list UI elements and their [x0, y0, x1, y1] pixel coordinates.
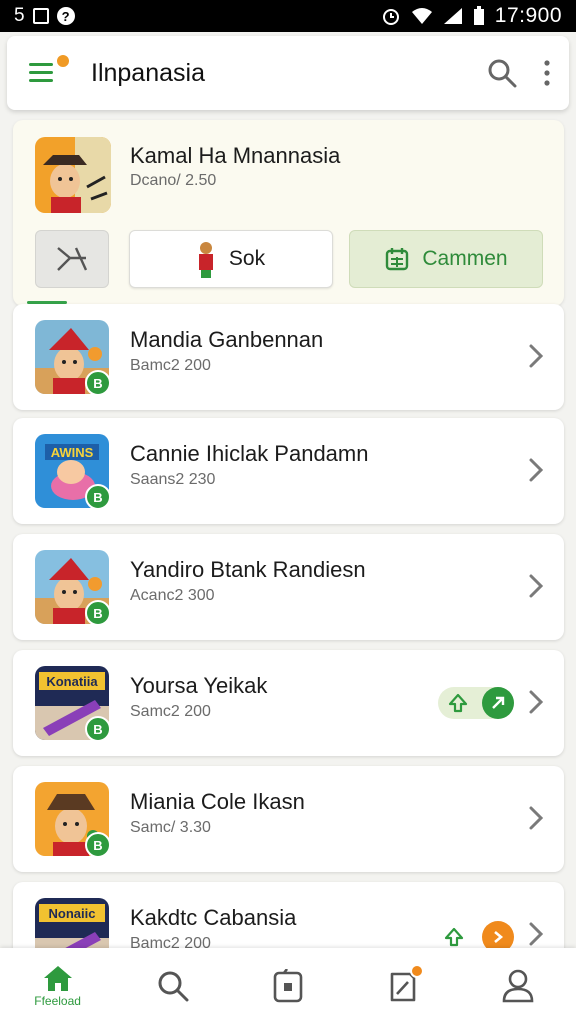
verified-badge-icon: B — [85, 370, 111, 396]
thumb-text: Nonaiic — [49, 906, 96, 921]
item-title: Yandiro Btank Randiesn — [130, 557, 366, 582]
chevron-right-icon[interactable] — [528, 457, 544, 483]
help-icon: ? — [56, 7, 75, 25]
nav-label-home: Ffeeload — [34, 994, 81, 1008]
verified-badge-icon: B — [85, 484, 111, 510]
verified-badge-icon: B — [85, 716, 111, 742]
character-icon — [198, 242, 213, 278]
thumb-text: AWINS — [51, 445, 94, 460]
page-title: Ilnpanasia — [91, 58, 205, 87]
chevron-right-icon[interactable] — [528, 573, 544, 599]
menu-icon-line — [29, 79, 53, 82]
alarm-icon — [382, 9, 399, 25]
verified-badge-icon: B — [85, 600, 111, 626]
item-title: Mandia Ganbennan — [130, 327, 324, 352]
sok-label: Sok — [228, 247, 266, 270]
notification-dot — [55, 53, 71, 69]
sok-button[interactable]: Sok — [129, 230, 333, 288]
list-item[interactable]: B Miania Cole Ikasn Samc/ 3.30 — [13, 766, 564, 872]
bottom-nav: Ffeeload — [0, 948, 576, 1024]
status-bar: 5 ? 17:900 — [0, 0, 576, 32]
item-title: Miania Cole Ikasn — [130, 789, 305, 814]
status-number: 5 — [14, 5, 25, 26]
library-icon — [273, 969, 303, 1003]
share-icon — [57, 247, 88, 271]
nav-item-search[interactable] — [115, 948, 230, 1024]
share-button[interactable] — [35, 230, 109, 288]
menu-button[interactable] — [29, 53, 71, 85]
app-bar: Ilnpanasia — [7, 36, 569, 110]
signal-icon — [443, 8, 462, 24]
item-thumbnail: B — [35, 550, 111, 626]
home-icon — [43, 966, 72, 991]
battery-icon — [473, 6, 484, 25]
verified-badge-icon: B — [85, 832, 111, 858]
status-time: 17:900 — [494, 4, 562, 27]
update-icon — [448, 693, 468, 713]
chevron-right-icon[interactable] — [528, 689, 544, 715]
featured-card[interactable]: Kamal Ha Mnannasia Dcano/ 2.50 Sok Camme… — [13, 120, 564, 306]
search-icon — [158, 971, 189, 1002]
menu-icon-line — [29, 71, 53, 74]
featured-thumbnail — [35, 137, 111, 213]
nav-item-home[interactable]: Ffeeload — [0, 948, 115, 1024]
item-subtitle: Samc2 200 — [130, 703, 211, 720]
profile-icon — [503, 969, 534, 1003]
update-icon — [444, 927, 464, 947]
item-thumbnail: AWINS B — [35, 434, 111, 510]
featured-title: Kamal Ha Mnannasia — [130, 143, 341, 168]
thumb-text: Konatiia — [46, 674, 98, 689]
chevron-right-icon[interactable] — [528, 343, 544, 369]
gallery-icon — [32, 8, 49, 24]
item-title: Cannie Ihiclak Pandamn — [130, 441, 369, 466]
item-subtitle: Acanc2 300 — [130, 587, 215, 604]
wifi-icon — [411, 8, 432, 24]
item-thumbnail: B — [35, 320, 111, 396]
arrow-icon — [494, 931, 504, 943]
item-subtitle: Saans2 230 — [130, 471, 216, 488]
list-item[interactable]: AWINS B Cannie Ihiclak Pandamn Saans2 23… — [13, 418, 564, 524]
item-thumbnail: B — [35, 782, 111, 858]
notification-dot — [409, 964, 424, 978]
download-control[interactable] — [438, 687, 514, 719]
item-title: Yoursa Yeikak — [130, 673, 268, 698]
featured-subtitle: Dcano/ 2.50 — [130, 172, 217, 189]
item-thumbnail: Konatiia B — [35, 666, 111, 742]
chevron-right-icon[interactable] — [528, 805, 544, 831]
item-subtitle: Bamc2 200 — [130, 357, 211, 374]
install-button[interactable] — [482, 687, 514, 719]
arrow-icon — [492, 696, 505, 709]
nav-item-updates[interactable] — [346, 948, 461, 1024]
cammen-button[interactable]: Cammen — [349, 230, 543, 288]
nav-item-library[interactable] — [230, 948, 345, 1024]
item-title: Kakdtc Cabansia — [130, 905, 297, 930]
nav-item-profile[interactable] — [461, 948, 576, 1024]
chevron-right-icon[interactable] — [528, 921, 544, 947]
list-item[interactable]: Konatiia B Yoursa Yeikak Samc2 200 — [13, 650, 564, 756]
cammen-label: Cammen — [422, 247, 508, 270]
menu-icon — [29, 63, 53, 66]
item-subtitle: Samc/ 3.30 — [130, 819, 211, 836]
calendar-icon — [386, 248, 409, 271]
search-icon[interactable] — [487, 58, 517, 88]
more-vert-icon[interactable] — [543, 60, 551, 86]
list-item[interactable]: B Yandiro Btank Randiesn Acanc2 300 — [13, 534, 564, 640]
list-item[interactable]: B Mandia Ganbennan Bamc2 200 — [13, 304, 564, 410]
